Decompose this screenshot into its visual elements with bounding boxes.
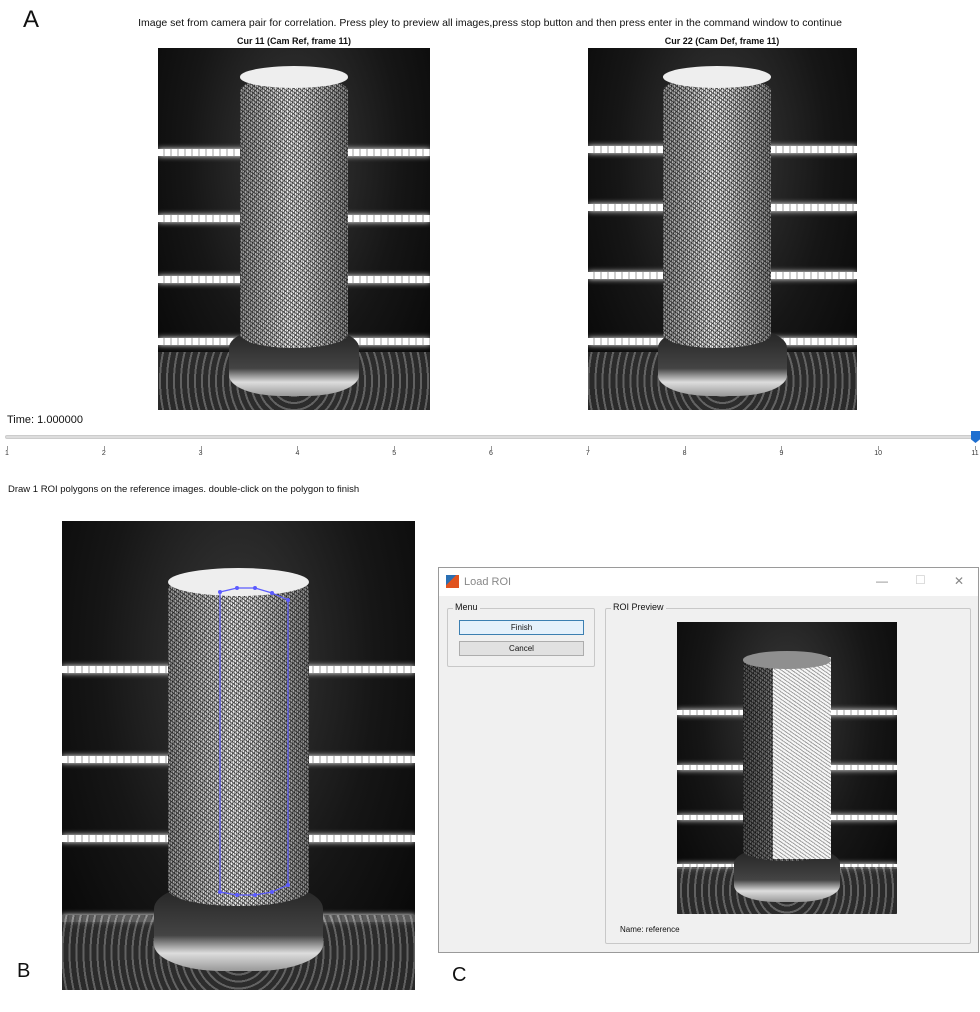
frame-slider[interactable] <box>5 435 975 439</box>
close-button[interactable]: ✕ <box>954 574 964 588</box>
roi-preview-group: ROI Preview Name: reference <box>605 602 971 944</box>
roi-polygon[interactable] <box>62 521 415 990</box>
roi-name-label: Name: reference <box>620 925 680 934</box>
panel-label-c: C <box>452 964 467 986</box>
slider-tick-label: 11 <box>971 450 979 457</box>
slider-tick-label: 6 <box>489 450 493 457</box>
time-label: Time: 1.000000 <box>7 414 84 426</box>
slider-tick-label: 7 <box>585 450 590 457</box>
roi-highlight <box>772 657 831 859</box>
roi-preview-image <box>677 622 897 914</box>
deformed-camera-image <box>588 48 857 410</box>
instruction-text: Image set from camera pair for correlati… <box>138 17 842 29</box>
panel-label-b: B <box>17 960 31 982</box>
title-bar: Load ROI — ☐ ✕ <box>439 568 978 596</box>
menu-group: Menu Finish Cancel <box>447 602 595 667</box>
slider-tick-label: 1 <box>5 450 9 457</box>
dialog-title: Load ROI <box>464 576 512 588</box>
roi-instruction: Draw 1 ROI polygons on the reference ima… <box>8 484 360 495</box>
cancel-button[interactable]: Cancel <box>459 641 584 656</box>
image-title-ref: Cur 11 (Cam Ref, frame 11) <box>236 36 352 46</box>
finish-button[interactable]: Finish <box>459 620 584 635</box>
slider-tick-label: 2 <box>101 450 106 457</box>
reference-camera-image <box>158 48 430 410</box>
image-title-def: Cur 22 (Cam Def, frame 11) <box>664 36 780 46</box>
minimize-button[interactable]: — <box>876 574 888 588</box>
slider-thumb[interactable] <box>971 431 980 443</box>
slider-tick-label: 10 <box>874 450 883 457</box>
matlab-icon <box>446 575 459 588</box>
maximize-button[interactable]: ☐ <box>915 573 926 587</box>
menu-group-label: Menu <box>453 602 480 612</box>
roi-drawing-image[interactable] <box>62 521 415 990</box>
roi-preview-label: ROI Preview <box>611 602 666 612</box>
slider-tick-label: 3 <box>198 450 203 457</box>
slider-tick-label: 5 <box>392 450 397 457</box>
slider-tick-label: 8 <box>682 450 687 457</box>
load-roi-dialog: Load ROI — ☐ ✕ Menu Finish Cancel ROI Pr… <box>438 567 979 953</box>
slider-tick-label: 4 <box>295 450 300 457</box>
slider-tick-label: 9 <box>779 450 784 457</box>
